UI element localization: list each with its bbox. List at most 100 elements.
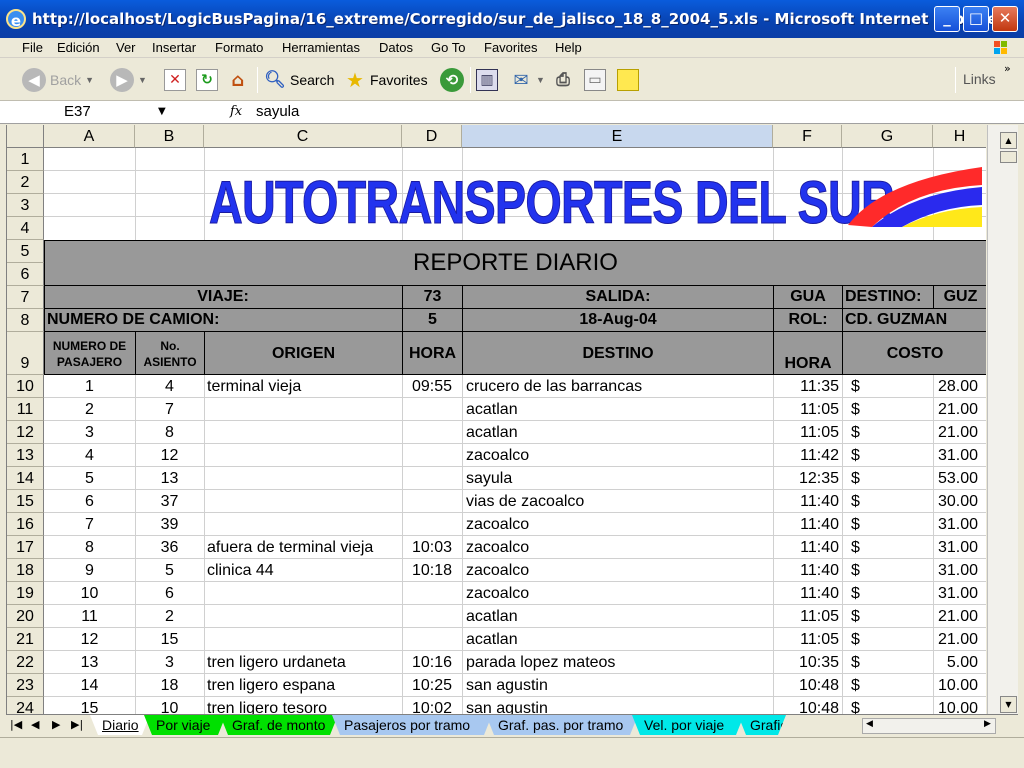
row-header[interactable]: 11 — [7, 398, 44, 421]
sheet-tab[interactable]: Graf. de monto — [220, 715, 338, 735]
menu-datos[interactable]: Datos — [379, 40, 413, 55]
departure-time[interactable] — [402, 582, 462, 605]
origin-cell[interactable] — [207, 444, 402, 467]
origin-cell[interactable]: tren ligero urdaneta — [207, 651, 402, 674]
origin-cell[interactable]: afuera de terminal vieja — [207, 536, 402, 559]
arrival-time[interactable]: 10:48 — [773, 697, 839, 715]
scroll-left-button[interactable]: ◀ — [866, 719, 873, 729]
departure-time[interactable] — [402, 444, 462, 467]
menu-goto[interactable]: Go To — [431, 40, 465, 55]
menu-ver[interactable]: Ver — [116, 40, 136, 55]
scroll-up-button[interactable]: ▲ — [1000, 132, 1017, 149]
row-header[interactable]: 4 — [7, 217, 44, 240]
arrival-time[interactable]: 11:40 — [773, 490, 839, 513]
seat-number[interactable]: 39 — [135, 513, 204, 536]
menu-insertar[interactable]: Insertar — [152, 40, 196, 55]
seat-number[interactable]: 2 — [135, 605, 204, 628]
destination-cell[interactable]: acatlan — [466, 421, 773, 444]
sheet-tab[interactable]: Pasajeros por tramo — [332, 715, 492, 735]
row-header[interactable]: 17 — [7, 536, 44, 559]
first-sheet-button[interactable]: |◀ — [10, 718, 22, 731]
last-sheet-button[interactable]: ▶| — [71, 718, 83, 731]
departure-time[interactable]: 10:25 — [402, 674, 462, 697]
cost-value[interactable]: 30.00 — [867, 490, 978, 513]
sheet-tab[interactable]: Por viaje — [144, 715, 226, 735]
origin-cell[interactable] — [207, 421, 402, 444]
seat-number[interactable]: 12 — [135, 444, 204, 467]
seat-number[interactable]: 13 — [135, 467, 204, 490]
departure-time[interactable]: 09:55 — [402, 375, 462, 398]
history-button[interactable]: ⟲ — [440, 66, 464, 94]
back-button[interactable]: ◀ Back ▼ — [22, 66, 94, 94]
cost-value[interactable]: 31.00 — [867, 536, 978, 559]
passenger-number[interactable]: 10 — [44, 582, 135, 605]
cost-value[interactable]: 31.00 — [867, 582, 978, 605]
seat-number[interactable]: 7 — [135, 398, 204, 421]
departure-time[interactable]: 10:03 — [402, 536, 462, 559]
row-header[interactable]: 15 — [7, 490, 44, 513]
arrival-time[interactable]: 11:42 — [773, 444, 839, 467]
seat-number[interactable]: 36 — [135, 536, 204, 559]
column-header-g[interactable]: G — [842, 125, 933, 148]
edit-button[interactable]: ▭ — [584, 66, 606, 94]
cost-value[interactable]: 5.00 — [867, 651, 978, 674]
menu-favorites[interactable]: Favorites — [484, 40, 537, 55]
row-header[interactable]: 13 — [7, 444, 44, 467]
close-button[interactable]: ✕ — [992, 6, 1018, 32]
passenger-number[interactable]: 5 — [44, 467, 135, 490]
passenger-number[interactable]: 14 — [44, 674, 135, 697]
arrival-time[interactable]: 11:40 — [773, 559, 839, 582]
departure-time[interactable]: 10:02 — [402, 697, 462, 715]
seat-number[interactable]: 5 — [135, 559, 204, 582]
origin-cell[interactable] — [207, 398, 402, 421]
vertical-scrollbar[interactable]: ▲ ▼ — [987, 125, 1018, 715]
arrival-time[interactable]: 11:05 — [773, 421, 839, 444]
departure-time[interactable] — [402, 490, 462, 513]
scroll-thumb[interactable] — [1000, 151, 1017, 163]
note-button[interactable] — [617, 66, 639, 94]
sheet-tab[interactable]: Grafic — [738, 715, 786, 735]
next-sheet-button[interactable]: ▶ — [52, 718, 60, 731]
print-button[interactable]: ⎙ — [552, 66, 574, 94]
destination-cell[interactable]: acatlan — [466, 628, 773, 651]
cost-value[interactable]: 28.00 — [867, 375, 978, 398]
destination-cell[interactable]: acatlan — [466, 605, 773, 628]
destination-cell[interactable]: zacoalco — [466, 536, 773, 559]
scroll-right-button[interactable]: ▶ — [984, 719, 991, 729]
passenger-number[interactable]: 11 — [44, 605, 135, 628]
passenger-number[interactable]: 6 — [44, 490, 135, 513]
origin-cell[interactable] — [207, 490, 402, 513]
links-button[interactable]: Links — [963, 71, 996, 87]
departure-time[interactable]: 10:16 — [402, 651, 462, 674]
origin-cell[interactable] — [207, 605, 402, 628]
destination-cell[interactable]: parada lopez mateos — [466, 651, 773, 674]
row-header[interactable]: 12 — [7, 421, 44, 444]
home-button[interactable]: ⌂ — [227, 66, 249, 94]
cost-value[interactable]: 31.00 — [867, 559, 978, 582]
passenger-number[interactable]: 2 — [44, 398, 135, 421]
passenger-number[interactable]: 12 — [44, 628, 135, 651]
row-header[interactable]: 10 — [7, 375, 44, 398]
origin-cell[interactable] — [207, 513, 402, 536]
destination-cell[interactable]: acatlan — [466, 398, 773, 421]
column-header-a[interactable]: A — [44, 125, 135, 148]
column-header-f[interactable]: F — [773, 125, 842, 148]
seat-number[interactable]: 15 — [135, 628, 204, 651]
row-header[interactable]: 8 — [7, 309, 44, 332]
scroll-down-button[interactable]: ▼ — [1000, 696, 1017, 713]
seat-number[interactable]: 10 — [135, 697, 204, 715]
departure-time[interactable] — [402, 398, 462, 421]
mail-button[interactable]: ✉ ▼ — [510, 66, 544, 94]
departure-time[interactable] — [402, 513, 462, 536]
horizontal-scrollbar[interactable]: ◀ ▶ — [862, 718, 996, 734]
row-header[interactable]: 7 — [7, 286, 44, 309]
seat-number[interactable]: 37 — [135, 490, 204, 513]
seat-number[interactable]: 3 — [135, 651, 204, 674]
cost-value[interactable]: 31.00 — [867, 513, 978, 536]
cost-value[interactable]: 21.00 — [867, 421, 978, 444]
origin-cell[interactable]: clinica 44 — [207, 559, 402, 582]
arrival-time[interactable]: 11:35 — [773, 375, 839, 398]
cost-value[interactable]: 31.00 — [867, 444, 978, 467]
origin-cell[interactable]: tren ligero espana — [207, 674, 402, 697]
arrival-time[interactable]: 11:05 — [773, 628, 839, 651]
